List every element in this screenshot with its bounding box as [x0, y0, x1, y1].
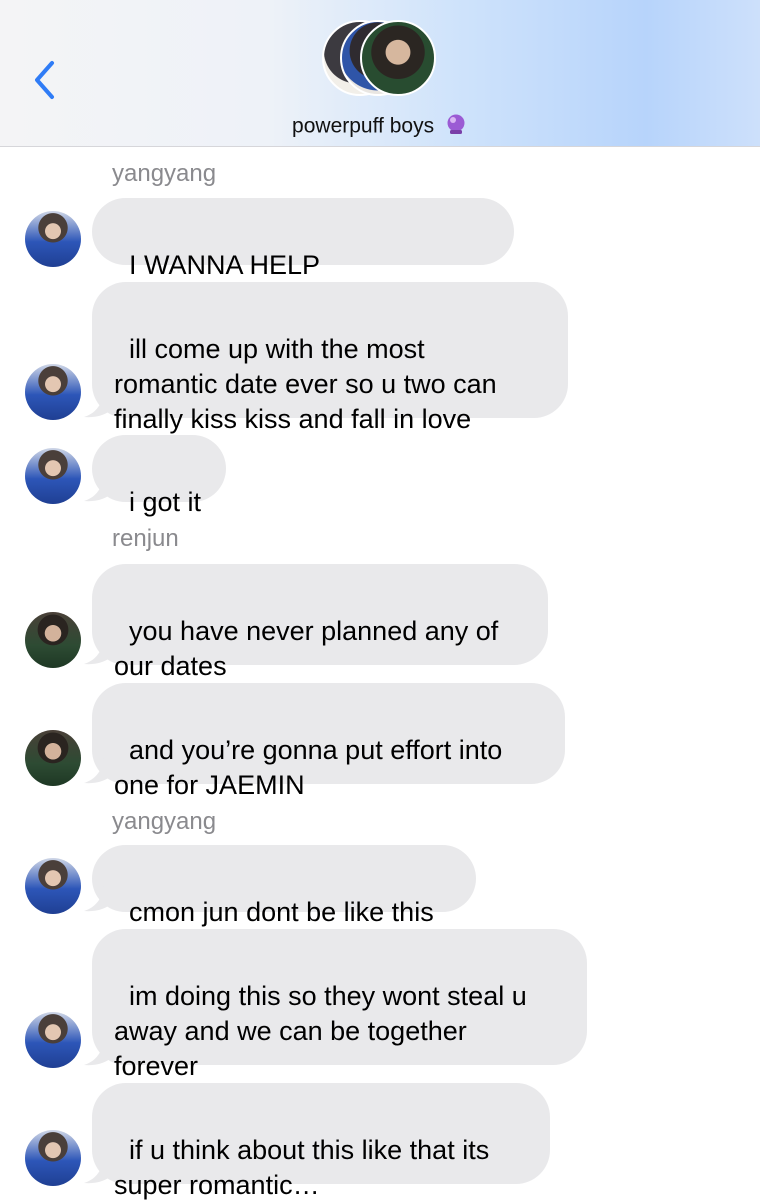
message-bubble[interactable]: im doing this so they wont steal u away …	[92, 929, 587, 1081]
avatar[interactable]	[25, 730, 81, 786]
message-text: ill come up with the most romantic date …	[114, 334, 497, 434]
message-bubble[interactable]: cmon jun dont be like this	[92, 845, 476, 927]
crystal-ball-icon	[444, 112, 468, 142]
bubble-tail	[84, 1158, 112, 1184]
message-bubble[interactable]: you have never planned any of our dates	[92, 564, 548, 681]
message-text: i got it	[129, 487, 202, 517]
message-bubble[interactable]: and you’re gonna put effort into one for…	[92, 683, 565, 800]
avatar[interactable]	[25, 1130, 81, 1186]
message-bubble[interactable]: ill come up with the most romantic date …	[92, 282, 568, 434]
message-bubble[interactable]: I WANNA HELP	[92, 198, 514, 316]
message-text: and you’re gonna put effort into one for…	[114, 735, 503, 800]
message-text: im doing this so they wont steal u away …	[114, 981, 527, 1081]
conversation-header: powerpuff boys	[0, 0, 760, 147]
conversation-title[interactable]: powerpuff boys	[0, 112, 760, 142]
bubble-tail	[84, 476, 112, 502]
group-avatars[interactable]	[322, 20, 442, 100]
sender-name: yangyang	[112, 160, 217, 187]
chevron-left-icon	[35, 61, 54, 99]
bubble-tail	[84, 639, 112, 665]
bubble-tail	[84, 758, 112, 784]
sender-name: yangyang	[112, 808, 217, 835]
bubble-tail	[84, 1040, 112, 1066]
bubble-tail	[84, 886, 112, 912]
message-text: if u think about this like that its supe…	[114, 1135, 490, 1200]
message-text: you have never planned any of our dates	[114, 616, 499, 681]
message-bubble[interactable]: if u think about this like that its supe…	[92, 1083, 550, 1200]
avatar[interactable]	[25, 448, 81, 504]
bubble-tail	[84, 392, 112, 418]
message-bubble[interactable]: i got it	[92, 435, 226, 517]
avatar[interactable]	[25, 211, 81, 267]
avatar[interactable]	[25, 364, 81, 420]
avatar[interactable]	[25, 612, 81, 668]
conversation-title-text: powerpuff boys	[292, 114, 435, 138]
message-text: I WANNA HELP	[129, 250, 321, 280]
sender-name: renjun	[112, 525, 179, 552]
avatar[interactable]	[25, 1012, 81, 1068]
group-avatar	[360, 20, 436, 96]
avatar[interactable]	[25, 858, 81, 914]
message-text: cmon jun dont be like this	[129, 897, 434, 927]
back-button[interactable]	[24, 52, 64, 108]
